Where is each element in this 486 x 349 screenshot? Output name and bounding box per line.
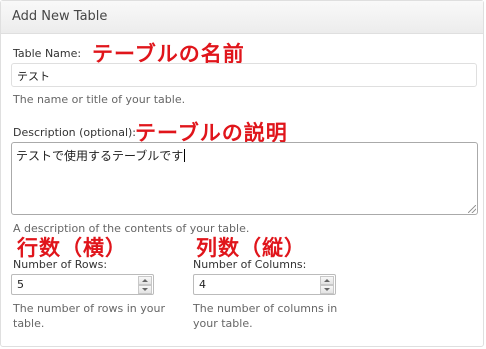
text-cursor bbox=[184, 149, 186, 162]
table-name-label: Table Name: bbox=[13, 47, 82, 60]
table-name-input[interactable]: テスト bbox=[11, 63, 477, 87]
columns-number-input[interactable]: 4 bbox=[193, 274, 336, 295]
rows-decrement-button[interactable] bbox=[138, 285, 152, 294]
columns-decrement-button[interactable] bbox=[320, 285, 334, 294]
rows-number-input[interactable]: 5 bbox=[11, 274, 154, 295]
triangle-up-icon bbox=[324, 279, 330, 282]
rows-hint-line-2: table. bbox=[13, 317, 45, 330]
columns-hint-line-1: The number of columns in bbox=[193, 302, 338, 315]
description-textarea[interactable]: テストで使用するテーブルです bbox=[11, 142, 478, 215]
triangle-down-icon bbox=[324, 288, 330, 291]
columns-hint-line-2: your table. bbox=[193, 317, 253, 330]
columns-increment-button[interactable] bbox=[320, 276, 334, 285]
rows-increment-button[interactable] bbox=[138, 276, 152, 285]
table-name-hint: The name or title of your table. bbox=[13, 93, 186, 106]
triangle-up-icon bbox=[142, 279, 148, 282]
columns-spinner bbox=[320, 276, 334, 294]
description-value: テストで使用するテーブルです bbox=[16, 149, 184, 163]
panel-title: Add New Table bbox=[1, 1, 483, 34]
resize-grip-icon[interactable] bbox=[468, 205, 476, 213]
table-name-value: テスト bbox=[17, 70, 50, 83]
rows-label: Number of Rows: bbox=[13, 258, 108, 271]
columns-hint: The number of columns in your table. bbox=[193, 301, 337, 331]
rows-hint: The number of rows in your table. bbox=[13, 301, 165, 331]
rows-value: 5 bbox=[17, 278, 24, 291]
rows-hint-line-1: The number of rows in your bbox=[13, 302, 165, 315]
description-label: Description (optional): bbox=[13, 126, 137, 139]
triangle-down-icon bbox=[142, 288, 148, 291]
rows-spinner bbox=[138, 276, 152, 294]
columns-value: 4 bbox=[199, 278, 206, 291]
columns-label: Number of Columns: bbox=[193, 258, 307, 271]
